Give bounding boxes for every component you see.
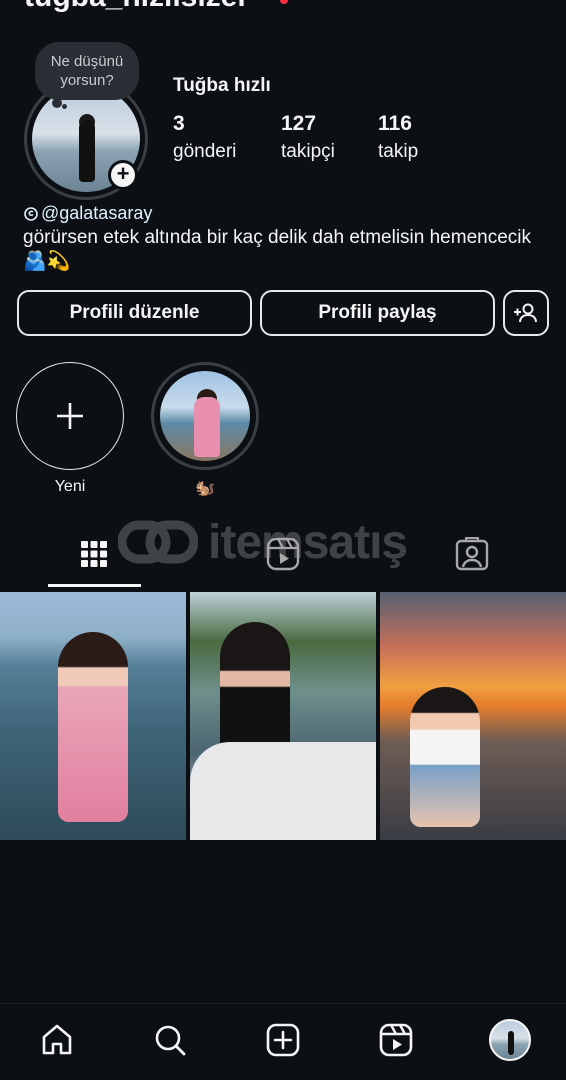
tab-tagged[interactable] <box>452 534 492 574</box>
bio-text: görürsen etek altında bir kaç delik dah … <box>23 227 531 272</box>
stat-following[interactable]: 116 takip <box>378 112 418 166</box>
nav-reels[interactable] <box>376 1020 416 1060</box>
add-story-button[interactable]: + <box>108 160 138 190</box>
active-tab-indicator <box>48 584 141 587</box>
home-icon <box>42 1024 72 1055</box>
highlight-label: 🐿️ <box>195 480 215 497</box>
post-thumbnail[interactable] <box>0 592 186 840</box>
posts-grid <box>0 592 566 840</box>
threads-icon <box>24 206 38 221</box>
grid-icon <box>81 541 107 567</box>
following-label: takip <box>378 141 419 162</box>
bio-mention-link[interactable]: @galatasaray <box>23 203 152 224</box>
reels-icon <box>266 537 300 571</box>
tab-posts[interactable] <box>74 534 114 574</box>
bottom-navigation <box>0 1003 566 1080</box>
followers-label: takipçi <box>281 141 335 162</box>
highlight-label: Yeni <box>54 478 86 495</box>
search-icon <box>155 1025 186 1056</box>
stat-followers[interactable]: 127 takipçi <box>281 112 335 166</box>
posts-label: gönderi <box>173 141 237 162</box>
tagged-icon <box>455 537 489 571</box>
discover-people-button[interactable] <box>503 290 549 336</box>
plus-icon: + <box>111 163 135 187</box>
post-thumbnail[interactable] <box>380 592 566 840</box>
profile-avatar-icon <box>489 1019 531 1061</box>
profile-username[interactable]: tuğba_hızlısızel <box>24 0 246 14</box>
stat-posts[interactable]: 3 gönderi <box>173 112 236 166</box>
edit-profile-button[interactable]: Profili düzenle <box>17 290 252 336</box>
nav-home[interactable] <box>37 1020 77 1060</box>
following-count: 116 <box>378 112 412 135</box>
nav-profile[interactable] <box>487 1017 533 1063</box>
nav-search[interactable] <box>150 1020 190 1060</box>
plus-icon <box>57 403 83 429</box>
posts-count: 3 <box>173 112 185 135</box>
full-name: Tuğba hızlı <box>173 75 271 96</box>
reels-icon <box>379 1023 413 1057</box>
followers-count: 127 <box>281 112 317 135</box>
highlight-item[interactable]: 🐿️ <box>151 362 259 498</box>
share-profile-button[interactable]: Profili paylaş <box>260 290 495 336</box>
notification-dot <box>280 0 288 4</box>
add-user-icon <box>514 303 537 323</box>
profile-tabs <box>0 520 566 590</box>
create-icon <box>266 1023 300 1057</box>
note-bubble[interactable]: Ne düşünü yorsun? <box>35 42 139 100</box>
highlight-new[interactable]: Yeni <box>16 362 124 496</box>
post-thumbnail[interactable] <box>190 592 376 840</box>
nav-create[interactable] <box>263 1020 303 1060</box>
tab-reels[interactable] <box>263 534 303 574</box>
highlight-cover <box>160 371 250 461</box>
